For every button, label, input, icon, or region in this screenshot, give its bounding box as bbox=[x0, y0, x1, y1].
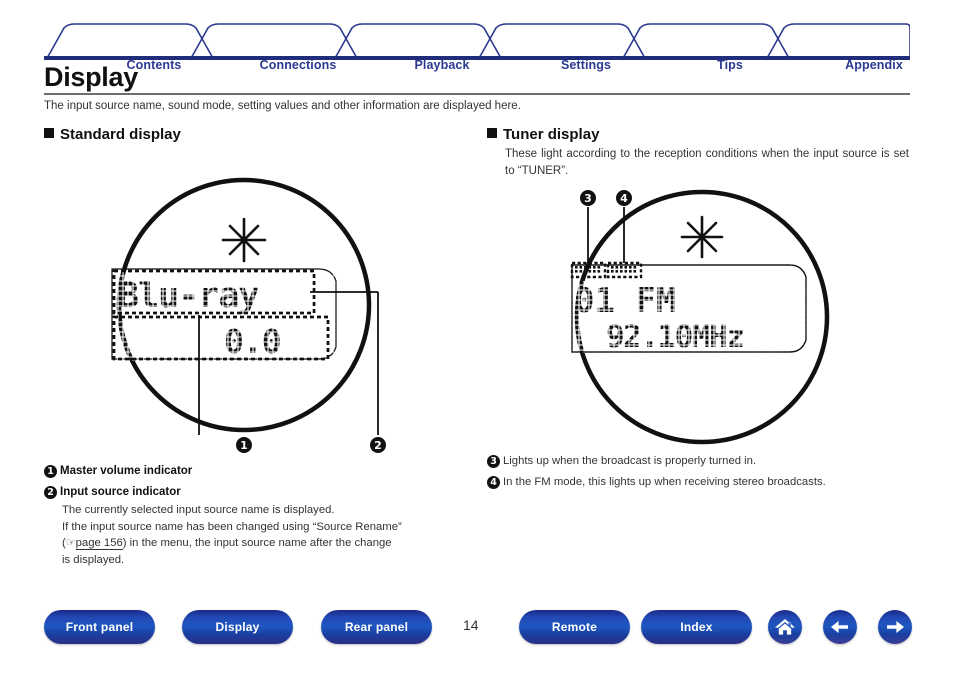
callout-marker-4: 4 bbox=[616, 190, 632, 211]
note-item-3: 3 Lights up when the broadcast is properl… bbox=[487, 453, 917, 470]
tab-tips[interactable]: Tips bbox=[664, 58, 796, 72]
pointing-hand-icon: ☞ bbox=[65, 536, 76, 549]
starburst-icon-2 bbox=[680, 215, 724, 259]
note-text-3: Lights up when the broadcast is properly… bbox=[503, 455, 757, 467]
standard-display-notes: 1 Master volume indicator 2 Input source i… bbox=[44, 463, 474, 568]
note-item-4: 4 In the FM mode, this lights up when rec… bbox=[487, 474, 917, 491]
tab-appendix[interactable]: Appendix bbox=[808, 58, 940, 72]
arrow-left-icon bbox=[831, 621, 848, 633]
title-divider bbox=[44, 93, 910, 95]
manual-page: Contents Connections Playback Settings T… bbox=[0, 0, 954, 673]
tuner-display-illustration: 01 FM 92.10MHz bbox=[510, 185, 910, 455]
note-2-line-2: If the input source name has been change… bbox=[62, 520, 402, 533]
starburst-icon bbox=[221, 217, 267, 263]
svg-text:2: 2 bbox=[374, 439, 382, 452]
footer-home-button[interactable] bbox=[768, 610, 802, 644]
callout-marker-3: 3 bbox=[580, 190, 596, 211]
callout-marker-2: 2 bbox=[370, 437, 386, 458]
note-2-line-4: is displayed. bbox=[62, 553, 125, 566]
square-bullet-icon-2 bbox=[487, 128, 497, 138]
svg-text:3: 3 bbox=[584, 192, 592, 205]
svg-text:1: 1 bbox=[240, 439, 248, 452]
home-icon bbox=[775, 619, 795, 635]
footer-button-remote[interactable]: Remote bbox=[519, 610, 630, 644]
note-text-4: In the FM mode, this lights up when rece… bbox=[503, 475, 826, 488]
tab-settings[interactable]: Settings bbox=[520, 58, 652, 72]
arrow-right-icon bbox=[887, 621, 904, 633]
note-title-1: Master volume indicator bbox=[60, 465, 193, 477]
note-title-2: Input source indicator bbox=[60, 485, 181, 498]
tuner-display-notes: 3 Lights up when the broadcast is properl… bbox=[487, 453, 917, 490]
tab-playback[interactable]: Playback bbox=[376, 58, 508, 72]
footer-next-button[interactable] bbox=[878, 610, 912, 644]
section-heading-tuner-display: Tuner display bbox=[487, 126, 599, 143]
page-reference-link[interactable]: page 156 bbox=[75, 537, 123, 550]
note-2-line-3-rest: ) in the menu, the input source name aft… bbox=[122, 537, 392, 549]
tab-bar-rule bbox=[44, 56, 910, 60]
page-intro-text: The input source name, sound mode, setti… bbox=[44, 100, 521, 112]
page-number: 14 bbox=[463, 617, 479, 633]
note-2-line-1: The currently selected input source name… bbox=[62, 504, 335, 516]
footer-button-display[interactable]: Display bbox=[182, 610, 293, 644]
note-number-2: 2 bbox=[44, 485, 57, 499]
tab-connections[interactable]: Connections bbox=[232, 58, 364, 72]
tuner-display-description: These light according to the reception c… bbox=[505, 148, 909, 177]
page-title: Display bbox=[44, 62, 138, 92]
note-item-1: 1 Master volume indicator bbox=[44, 463, 474, 480]
section-heading-standard-display: Standard display bbox=[44, 126, 181, 143]
note-item-2: 2 Input source indicator The currently se… bbox=[44, 484, 474, 569]
note-number-3: 3 bbox=[487, 455, 500, 468]
footer-back-button[interactable] bbox=[823, 610, 857, 644]
footer-button-index[interactable]: Index bbox=[641, 610, 752, 644]
footer-button-rear-panel[interactable]: Rear panel bbox=[321, 610, 432, 644]
square-bullet-icon bbox=[44, 128, 54, 138]
note-number-4: 4 bbox=[487, 475, 500, 489]
footer-button-front-panel[interactable]: Front panel bbox=[44, 610, 155, 644]
svg-text:4: 4 bbox=[620, 192, 628, 205]
note-number-1: 1 bbox=[44, 465, 57, 478]
standard-display-illustration: Blu-ray 0.0 bbox=[44, 165, 464, 465]
callout-marker-1: 1 bbox=[236, 437, 252, 458]
note-2-line-3: (☞page 156) in the menu, the input sourc… bbox=[62, 535, 474, 552]
